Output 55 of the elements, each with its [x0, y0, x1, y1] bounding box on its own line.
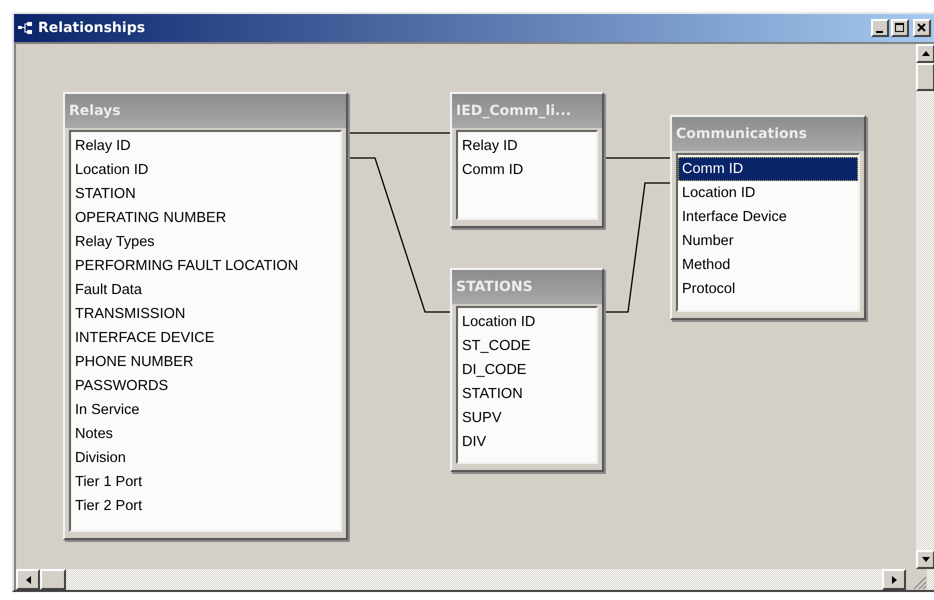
scroll-left-button[interactable]	[16, 569, 40, 590]
field-item[interactable]: Interface Device	[678, 205, 858, 229]
field-item[interactable]: PHONE NUMBER	[71, 350, 340, 374]
relationship-line	[604, 157, 670, 159]
table-window[interactable]: Communications Comm ID Location ID Interface Device Number Method Protocol	[670, 115, 866, 320]
field-item[interactable]: OPERATING NUMBER	[71, 206, 340, 230]
up-arrow-icon	[922, 51, 930, 56]
field-item[interactable]: Tier 1 Port	[71, 470, 340, 494]
field-item[interactable]: Relay ID	[458, 134, 596, 158]
field-item[interactable]: Location ID	[71, 158, 340, 182]
field-item[interactable]: STATION	[458, 382, 596, 406]
minimize-icon	[876, 30, 883, 32]
field-item[interactable]: STATION	[71, 182, 340, 206]
field-item[interactable]: Relay ID	[71, 134, 340, 158]
field-item[interactable]: DIV	[458, 430, 596, 454]
field-item[interactable]: Fault Data	[71, 278, 340, 302]
field-item[interactable]: SUPV	[458, 406, 596, 430]
close-button[interactable]	[913, 19, 931, 37]
scroll-down-button[interactable]	[916, 550, 934, 569]
vertical-scrollbar[interactable]	[916, 44, 934, 569]
down-arrow-icon	[922, 557, 930, 562]
field-item[interactable]: Tier 2 Port	[71, 494, 340, 518]
field-item[interactable]: Relay Types	[71, 230, 340, 254]
resize-grip-icon[interactable]	[906, 569, 927, 590]
field-item[interactable]: In Service	[71, 398, 340, 422]
field-item[interactable]: Protocol	[678, 277, 858, 301]
field-item[interactable]: Method	[678, 253, 858, 277]
maximize-button[interactable]	[891, 19, 909, 37]
field-item[interactable]: Number	[678, 229, 858, 253]
field-item[interactable]: PERFORMING FAULT LOCATION	[71, 254, 340, 278]
field-item[interactable]: ST_CODE	[458, 334, 596, 358]
table-window[interactable]: IED_Comm_li... Relay ID Comm ID	[450, 92, 604, 228]
window-title: Relationships	[38, 20, 146, 36]
scroll-up-button[interactable]	[916, 44, 934, 63]
field-item[interactable]: Comm ID	[678, 157, 858, 181]
field-item[interactable]: TRANSMISSION	[71, 302, 340, 326]
scroll-thumb[interactable]	[40, 569, 66, 590]
relationships-icon	[18, 21, 34, 35]
table-window[interactable]: STATIONS Location ID ST_CODE DI_CODE STATION SUPV DIV	[450, 268, 604, 472]
left-arrow-icon	[26, 576, 30, 584]
field-item[interactable]: Location ID	[678, 181, 858, 205]
scroll-right-button[interactable]	[882, 569, 906, 590]
field-item[interactable]: DI_CODE	[458, 358, 596, 382]
field-item[interactable]: Division	[71, 446, 340, 470]
field-item[interactable]: Location ID	[458, 310, 596, 334]
field-item[interactable]: INTERFACE DEVICE	[71, 326, 340, 350]
horizontal-scrollbar[interactable]	[14, 569, 934, 590]
scroll-thumb[interactable]	[916, 63, 934, 91]
minimize-button[interactable]	[871, 19, 889, 37]
maximize-icon	[895, 23, 905, 33]
field-item[interactable]: Comm ID	[458, 158, 596, 182]
right-arrow-icon	[892, 576, 896, 584]
close-icon	[917, 23, 927, 33]
field-item[interactable]: Notes	[71, 422, 340, 446]
field-item[interactable]: PASSWORDS	[71, 374, 340, 398]
